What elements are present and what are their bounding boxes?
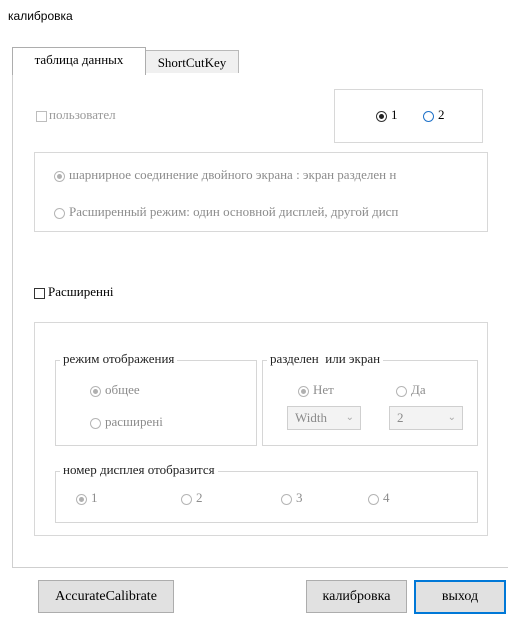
split-no-label: Нет <box>313 382 334 397</box>
accurate-calibrate-button[interactable]: AccurateCalibrate <box>38 580 174 613</box>
display-number-2-radio[interactable] <box>181 494 192 505</box>
split-yes-radio[interactable] <box>396 386 407 397</box>
display-number-4-label: 4 <box>383 490 390 505</box>
window-title: калибровка <box>8 9 73 23</box>
split-no-radio[interactable] <box>298 386 309 397</box>
split-count-value: 2 <box>397 410 404 425</box>
display-mode-common-radio[interactable] <box>90 386 101 397</box>
chevron-down-icon: ⌄ <box>345 412 354 423</box>
display-number-2-label: 2 <box>196 490 203 505</box>
mode-extended-label: Расширенный режим: один основной дисплей… <box>69 204 399 219</box>
tab-data-table[interactable]: таблица данных <box>12 47 146 75</box>
advanced-checkbox[interactable] <box>34 288 45 299</box>
split-direction-select[interactable]: Width ⌄ <box>287 406 361 430</box>
display-mode-common-label: общее <box>105 382 140 397</box>
mode-options-box: шарнирное соединение двойного экрана : э… <box>34 152 488 232</box>
split-direction-value: Width <box>295 410 327 425</box>
split-screen-group <box>262 360 478 446</box>
mode-hinge-label: шарнирное соединение двойного экрана : э… <box>69 167 397 182</box>
screen-radio-2-label: 2 <box>438 107 445 122</box>
advanced-checkbox-label: Расширенні <box>48 284 114 299</box>
display-number-1-radio[interactable] <box>76 494 87 505</box>
tab-shortcut-key[interactable]: ShortCutKey <box>145 50 239 74</box>
user-checkbox[interactable] <box>36 111 47 122</box>
user-checkbox-label: пользовател <box>49 107 116 122</box>
screen-radio-1-label: 1 <box>391 107 398 122</box>
mode-radio-hinge[interactable] <box>54 171 65 182</box>
exit-button[interactable]: выход <box>414 580 506 614</box>
screen-radio-1[interactable] <box>376 111 387 122</box>
title-bar <box>0 0 508 36</box>
display-number-4-radio[interactable] <box>368 494 379 505</box>
chevron-down-icon: ⌄ <box>447 412 456 423</box>
display-number-3-radio[interactable] <box>281 494 292 505</box>
display-number-1-label: 1 <box>91 490 98 505</box>
display-mode-legend: режим отображения <box>60 351 178 367</box>
split-screen-legend: разделен или экран <box>267 351 384 367</box>
split-count-select[interactable]: 2 ⌄ <box>389 406 463 430</box>
display-mode-group <box>55 360 257 446</box>
calibrate-button[interactable]: калибровка <box>306 580 407 613</box>
display-number-legend: номер дисплея отобразится <box>60 462 218 478</box>
display-mode-extended-radio[interactable] <box>90 418 101 429</box>
display-number-3-label: 3 <box>296 490 303 505</box>
display-number-group <box>55 471 478 523</box>
mode-radio-extended[interactable] <box>54 208 65 219</box>
screen-radio-2[interactable] <box>423 111 434 122</box>
split-yes-label: Да <box>411 382 426 397</box>
screen-radio-box <box>334 89 483 143</box>
display-mode-extended-label: расширені <box>105 414 163 429</box>
